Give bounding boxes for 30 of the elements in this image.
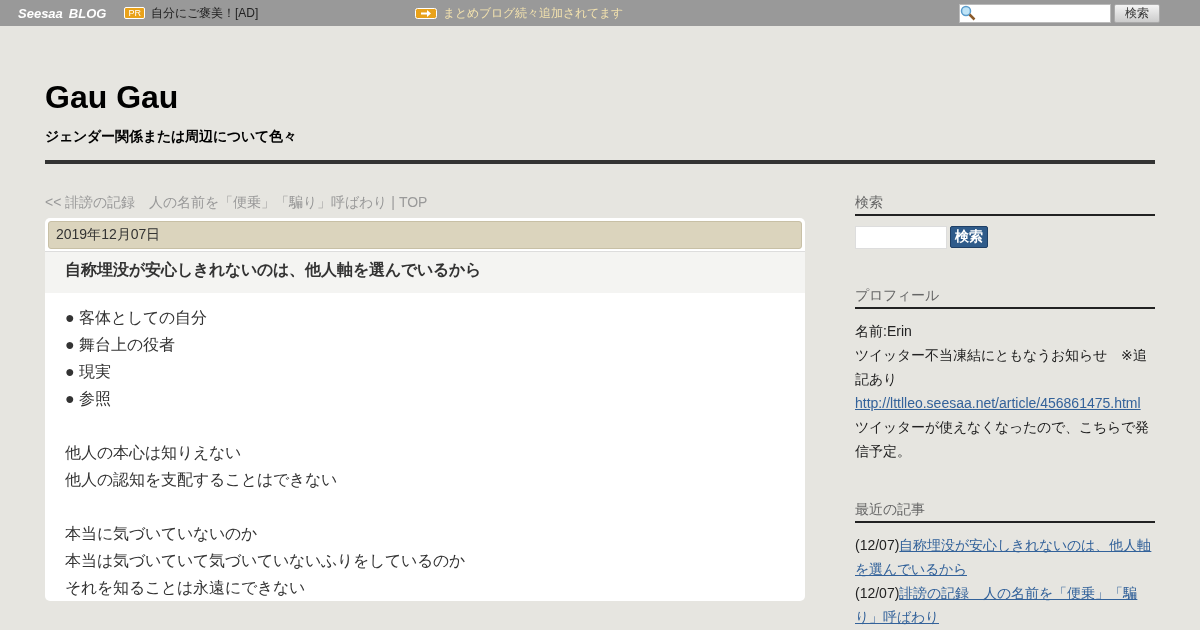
body-text-line: ● 参照 (65, 389, 113, 409)
search-icon (960, 5, 976, 21)
pr-badge: PR (124, 7, 145, 19)
ad-link[interactable]: 自分にご褒美！[AD] (150, 4, 259, 22)
section-heading: 検索 (855, 194, 1155, 216)
search-field[interactable] (959, 3, 1111, 23)
search-button[interactable]: 検索 (950, 226, 988, 248)
section-heading: 最近の記事 (855, 501, 1155, 523)
blog-subtitle: ジェンダー関係または周辺について色々 (45, 128, 298, 146)
body-text-line: 他人の認知を支配することはできない (65, 470, 338, 490)
profile-text: 名前:Erin (855, 322, 913, 341)
body-text-line: 他人の本心は知りえない (65, 443, 242, 463)
section-heading: プロフィール (855, 287, 1155, 309)
body-text-line: ● 現実 (65, 362, 113, 382)
profile-text: ツイッター不当凍結にともなうお知らせ ※追記あり (855, 346, 1148, 389)
body-text-line: 本当に気づいていないのか (65, 524, 258, 544)
separator: | (391, 194, 395, 212)
recent-post-link[interactable]: (12/07)誹謗の記録 人の名前を「便乗」「騙り」呼ばわり (855, 581, 1155, 629)
search-field[interactable] (855, 226, 947, 249)
blog-title[interactable]: Gau Gau (45, 79, 179, 116)
body-text-line: 本当は気づいていて気づいていないふりをしているのか (65, 551, 466, 571)
profile-text: ツイッターが使えなくなったので、こちらで発信予定。 (855, 418, 1150, 461)
post-title: 自称埋没が安心しきれないのは、他人軸を選んでいるから (45, 251, 805, 293)
body-text-line: ● 客体としての自分 (65, 308, 209, 328)
body-text-line: それを知ることは永遠にできない (65, 578, 306, 598)
recent-post-link[interactable]: (12/07)自称埋没が安心しきれないのは、他人軸を選んでいるから (855, 533, 1155, 581)
profile-link[interactable]: http://lttlleo.seesaa.net/article/456861475.html (855, 391, 1155, 415)
search-button[interactable]: 検索 (1114, 3, 1160, 23)
post-date: 2019年12月07日 (48, 221, 802, 249)
body-text-line: ● 舞台上の役者 (65, 335, 177, 355)
